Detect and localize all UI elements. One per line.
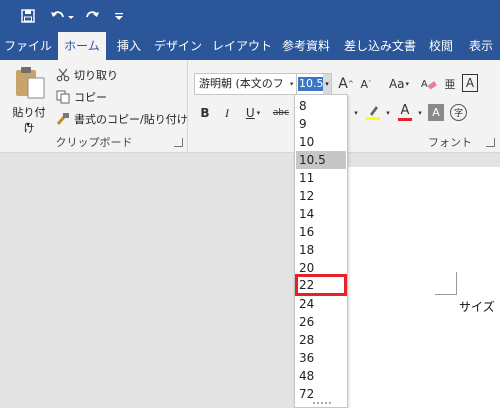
- tab-mailings[interactable]: 差し込み文書: [340, 32, 420, 60]
- tab-review[interactable]: 校閲: [424, 32, 458, 60]
- size-option[interactable]: 48: [296, 367, 346, 385]
- size-option[interactable]: 72: [296, 385, 346, 403]
- redo-icon[interactable]: [82, 6, 102, 26]
- font-size-combo[interactable]: 10.5 ▾: [296, 73, 332, 95]
- character-border-button[interactable]: A: [462, 74, 478, 92]
- tab-file[interactable]: ファイル: [4, 32, 52, 60]
- tab-home[interactable]: ホーム: [58, 32, 106, 60]
- size-option-highlighted[interactable]: 22: [295, 274, 347, 296]
- size-option-selected[interactable]: 10.5: [296, 151, 346, 169]
- tab-view[interactable]: 表示: [464, 32, 498, 60]
- font-name-combo[interactable]: 游明朝 (本文のフ ▾: [194, 73, 298, 95]
- change-case-button[interactable]: Aa ▾: [386, 74, 412, 94]
- size-option[interactable]: 11: [296, 169, 346, 187]
- font-color-button[interactable]: A: [396, 102, 414, 122]
- clipboard-group-label: クリップボード: [55, 136, 133, 149]
- scissors-icon: [56, 68, 70, 82]
- tab-references[interactable]: 参考資料: [278, 32, 334, 60]
- font-group-label: フォント: [428, 136, 472, 149]
- underline-button[interactable]: U ▾: [242, 104, 264, 122]
- tab-design[interactable]: デザイン: [152, 32, 204, 60]
- font-name-value: 游明朝 (本文のフ: [199, 77, 284, 90]
- enclose-characters-button[interactable]: 字: [450, 104, 467, 121]
- paste-icon: [16, 67, 45, 99]
- ribbon: 貼り付け ▾ 切り取り コピー 書式のコピー/貼り付け クリップボード 游明朝 …: [0, 60, 500, 153]
- size-option[interactable]: 8: [296, 97, 346, 115]
- size-option[interactable]: 12: [296, 187, 346, 205]
- shrink-font-button[interactable]: Aˇ: [358, 74, 374, 94]
- format-painter-icon: [56, 112, 70, 126]
- save-icon[interactable]: [18, 6, 38, 26]
- svg-text:A: A: [421, 79, 428, 90]
- clipboard-group: 貼り付け ▾ 切り取り コピー 書式のコピー/貼り付け クリップボード: [0, 60, 188, 153]
- copy-button[interactable]: コピー: [56, 88, 107, 106]
- ribbon-tabs: ファイル ホーム 挿入 デザイン レイアウト 参考資料 差し込み文書 校閲 表示: [0, 32, 500, 60]
- size-option[interactable]: 28: [296, 331, 346, 349]
- resize-grip[interactable]: [313, 402, 331, 404]
- font-dialog-launcher[interactable]: [486, 138, 495, 147]
- document-text[interactable]: サイズ: [459, 298, 495, 315]
- highlight-button[interactable]: [364, 102, 382, 122]
- size-option[interactable]: 26: [296, 313, 346, 331]
- bold-button[interactable]: B: [198, 104, 212, 122]
- cut-button[interactable]: 切り取り: [56, 66, 118, 84]
- paste-dropdown-icon[interactable]: ▾: [26, 120, 30, 129]
- font-color-dropdown[interactable]: ▾: [416, 104, 424, 122]
- format-painter-button[interactable]: 書式のコピー/貼り付け: [56, 110, 188, 128]
- highlight-dropdown[interactable]: ▾: [384, 104, 392, 122]
- margin-marker: [456, 272, 457, 294]
- copy-icon: [56, 90, 70, 104]
- size-option[interactable]: 24: [296, 295, 346, 313]
- grow-font-button[interactable]: A ^: [338, 74, 354, 94]
- size-option[interactable]: 10: [296, 133, 346, 151]
- tab-insert[interactable]: 挿入: [112, 32, 146, 60]
- cut-label: 切り取り: [74, 69, 118, 82]
- customize-icon[interactable]: [112, 6, 126, 26]
- margin-marker: [435, 294, 457, 295]
- font-size-value: 10.5: [298, 77, 325, 91]
- highlighter-icon: [366, 106, 380, 120]
- clear-formatting-button[interactable]: A: [420, 74, 438, 94]
- clipboard-dialog-launcher[interactable]: [174, 138, 183, 147]
- quick-access-toolbar: [0, 0, 500, 32]
- font-size-dropdown-list: 8 9 10 10.5 11 12 14 16 18 20 22 24 26 2…: [294, 94, 348, 408]
- italic-button[interactable]: I: [220, 104, 234, 122]
- phonetic-guide-button[interactable]: 亜: [442, 74, 458, 94]
- document-page[interactable]: [348, 167, 500, 408]
- character-shading-button[interactable]: A: [428, 104, 444, 121]
- tab-layout[interactable]: レイアウト: [210, 32, 274, 60]
- copy-label: コピー: [74, 91, 107, 104]
- text-effects-dropdown[interactable]: ▾: [350, 104, 362, 122]
- size-option[interactable]: 14: [296, 205, 346, 223]
- eraser-icon: A: [421, 79, 437, 90]
- paste-button[interactable]: 貼り付け ▾: [8, 66, 50, 135]
- size-option[interactable]: 9: [296, 115, 346, 133]
- strikethrough-button[interactable]: abc: [270, 104, 292, 122]
- undo-icon[interactable]: [48, 6, 76, 26]
- format-painter-label: 書式のコピー/貼り付け: [74, 113, 188, 126]
- font-color-swatch: [398, 117, 412, 121]
- size-option[interactable]: 36: [296, 349, 346, 367]
- size-option[interactable]: 16: [296, 223, 346, 241]
- size-option[interactable]: 18: [296, 241, 346, 259]
- font-size-dropdown-button[interactable]: ▾: [323, 74, 331, 94]
